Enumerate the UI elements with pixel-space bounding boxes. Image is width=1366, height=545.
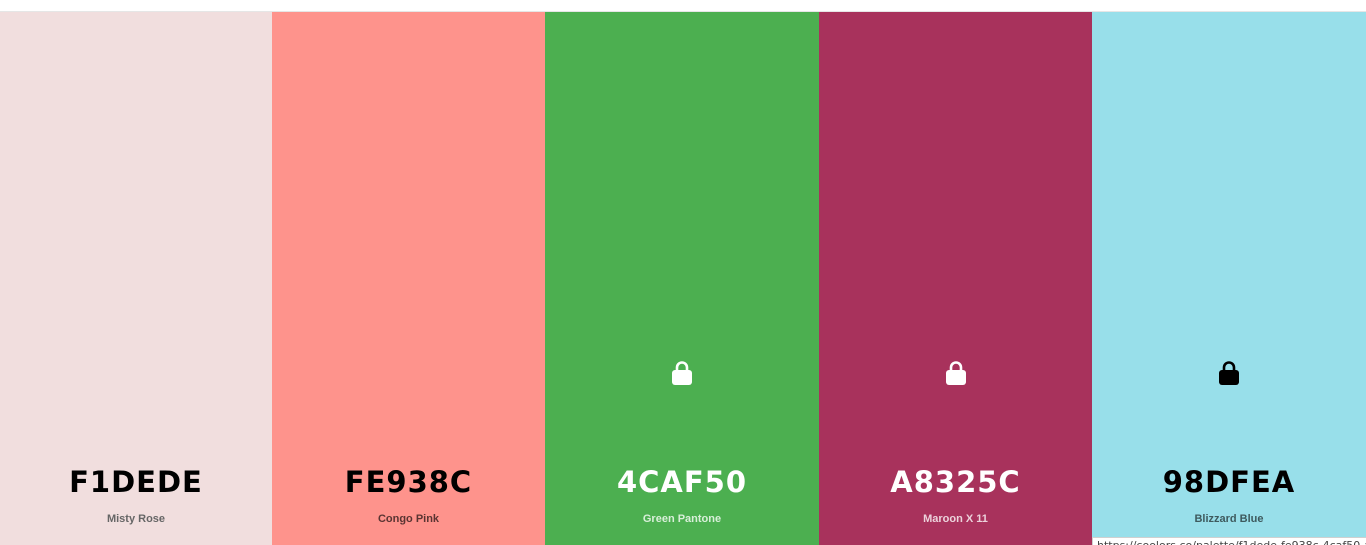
hex-code[interactable]: F1DEDE xyxy=(0,465,272,499)
hex-code[interactable]: 98DFEA xyxy=(1092,465,1366,499)
color-name[interactable]: Misty Rose xyxy=(0,512,272,526)
top-edge xyxy=(0,0,1366,12)
swatch-5[interactable]: 98DFEA Blizzard Blue xyxy=(1092,12,1366,545)
color-name[interactable]: Congo Pink xyxy=(272,512,545,526)
swatch-2[interactable]: FE938C Congo Pink xyxy=(272,12,545,545)
lock-icon[interactable] xyxy=(671,360,693,386)
link-status-bar: https://coolors.co/palette/f1dede-fe938c… xyxy=(1092,537,1366,545)
hex-code[interactable]: A8325C xyxy=(819,465,1092,499)
lock-icon[interactable] xyxy=(1218,360,1240,386)
color-name[interactable]: Maroon X 11 xyxy=(819,512,1092,526)
color-palette: F1DEDE Misty Rose FE938C Congo Pink 4CAF… xyxy=(0,12,1366,545)
color-name[interactable]: Blizzard Blue xyxy=(1092,512,1366,526)
color-name[interactable]: Green Pantone xyxy=(545,512,819,526)
lock-icon[interactable] xyxy=(945,360,967,386)
swatch-3[interactable]: 4CAF50 Green Pantone xyxy=(545,12,819,545)
hex-code[interactable]: FE938C xyxy=(272,465,545,499)
swatch-4[interactable]: A8325C Maroon X 11 xyxy=(819,12,1092,545)
hex-code[interactable]: 4CAF50 xyxy=(545,465,819,499)
swatch-1[interactable]: F1DEDE Misty Rose xyxy=(0,12,272,545)
